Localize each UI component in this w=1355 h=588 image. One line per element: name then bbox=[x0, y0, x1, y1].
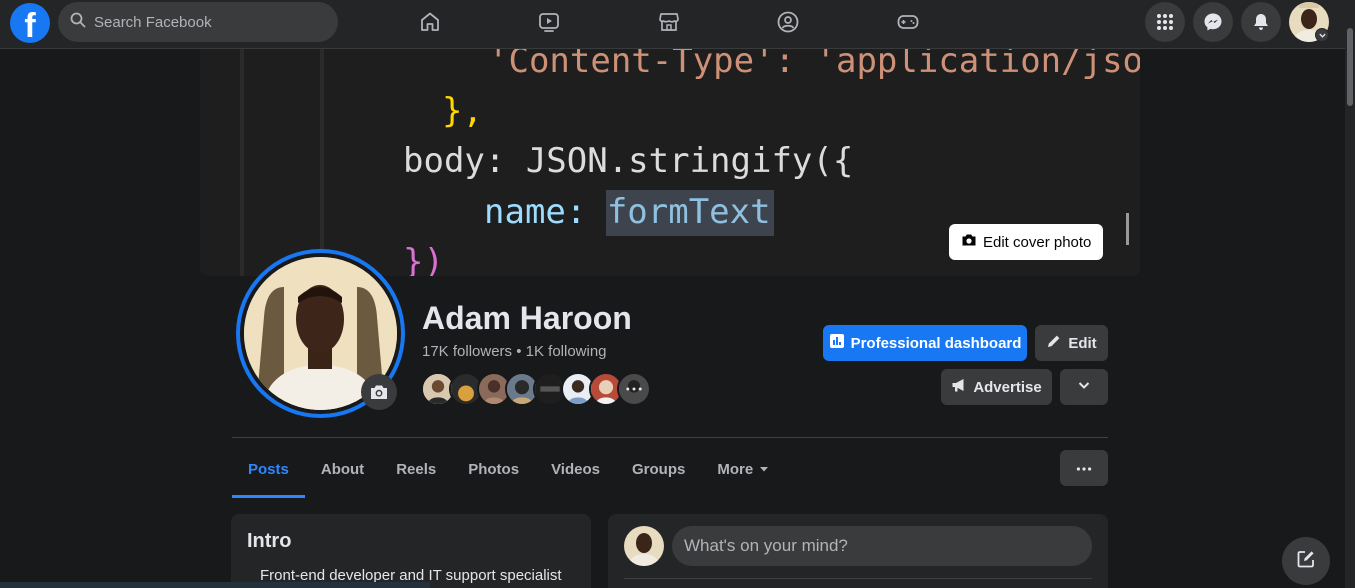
text-cursor bbox=[1126, 213, 1129, 245]
tab-label: Videos bbox=[551, 460, 600, 478]
tab-reels[interactable]: Reels bbox=[380, 440, 452, 498]
caret-down-icon bbox=[759, 461, 769, 478]
gaming-icon[interactable] bbox=[888, 4, 928, 40]
whats-on-your-mind-input[interactable]: What's on your mind? bbox=[672, 526, 1092, 566]
status-url-bar bbox=[0, 582, 430, 588]
editor-gutter-line bbox=[320, 49, 324, 276]
tab-label: Photos bbox=[468, 460, 520, 478]
friends-avatars bbox=[421, 372, 651, 406]
tab-videos[interactable]: Videos bbox=[535, 440, 616, 498]
code-line: 'Content-Type': 'application/json bbox=[488, 49, 1140, 81]
new-message-button[interactable] bbox=[1282, 537, 1330, 585]
code-selection bbox=[606, 190, 774, 236]
notifications-icon[interactable] bbox=[1241, 2, 1281, 42]
professional-dashboard-label: Professional dashboard bbox=[850, 334, 1022, 352]
tab-posts[interactable]: Posts bbox=[232, 440, 305, 498]
advertise-label: Advertise bbox=[973, 378, 1042, 396]
ellipsis-icon bbox=[1076, 459, 1092, 477]
search-input[interactable] bbox=[94, 13, 314, 31]
search-icon bbox=[70, 12, 86, 33]
professional-dashboard-button[interactable]: Professional dashboard bbox=[823, 325, 1027, 361]
more-options-button[interactable] bbox=[1060, 450, 1108, 486]
edit-cover-photo-button[interactable]: Edit cover photo bbox=[949, 224, 1104, 260]
profile-name: Adam Haroon bbox=[422, 300, 632, 336]
search-box[interactable] bbox=[58, 2, 338, 42]
tab-about[interactable]: About bbox=[305, 440, 380, 498]
code-line: body: JSON.stringify({ bbox=[403, 141, 854, 181]
tab-more[interactable]: More bbox=[701, 440, 785, 498]
chevron-down-icon[interactable] bbox=[1315, 28, 1329, 42]
scrollbar-thumb[interactable] bbox=[1347, 28, 1353, 106]
chart-icon bbox=[829, 333, 845, 353]
code-line: }, bbox=[442, 91, 483, 131]
edit-profile-button[interactable]: Edit bbox=[1035, 325, 1108, 361]
composer-avatar[interactable] bbox=[624, 526, 664, 566]
tab-label: About bbox=[320, 460, 365, 478]
edit-label: Edit bbox=[1068, 334, 1097, 352]
profile-divider bbox=[232, 437, 1108, 438]
tab-label: Groups bbox=[631, 460, 686, 478]
megaphone-icon bbox=[951, 377, 967, 397]
facebook-logo[interactable]: f bbox=[10, 3, 50, 43]
home-icon[interactable] bbox=[410, 4, 450, 40]
messenger-icon[interactable] bbox=[1193, 2, 1233, 42]
tab-groups[interactable]: Groups bbox=[616, 440, 701, 498]
tab-label: Posts bbox=[248, 460, 289, 478]
pencil-icon bbox=[1046, 333, 1062, 353]
edit-cover-label: Edit cover photo bbox=[983, 233, 1092, 251]
camera-icon bbox=[961, 232, 977, 252]
logo-letter: f bbox=[24, 7, 36, 43]
intro-title: Intro bbox=[247, 530, 292, 552]
groups-icon[interactable] bbox=[768, 4, 808, 40]
menu-grid-icon[interactable] bbox=[1145, 2, 1185, 42]
profile-tabs: Posts About Reels Photos Videos Groups M… bbox=[232, 440, 785, 498]
editor-gutter-line bbox=[240, 49, 244, 276]
tab-label: More bbox=[717, 460, 754, 478]
friend-avatar[interactable] bbox=[617, 372, 651, 406]
advertise-button[interactable]: Advertise bbox=[941, 369, 1052, 405]
chevron-down-icon bbox=[1076, 377, 1092, 397]
code-line: }) bbox=[403, 242, 444, 276]
page-scrollbar[interactable] bbox=[1345, 0, 1355, 588]
followers-count[interactable]: 17K followers • 1K following bbox=[422, 343, 607, 360]
video-icon[interactable] bbox=[529, 4, 569, 40]
camera-icon[interactable] bbox=[361, 374, 397, 410]
compose-icon bbox=[1296, 549, 1316, 574]
top-navigation-bar: f bbox=[0, 0, 1345, 49]
tab-photos[interactable]: Photos bbox=[452, 440, 535, 498]
profile-options-dropdown[interactable] bbox=[1060, 369, 1108, 405]
composer-divider bbox=[624, 578, 1092, 579]
tab-label: Reels bbox=[396, 460, 437, 478]
marketplace-icon[interactable] bbox=[649, 4, 689, 40]
